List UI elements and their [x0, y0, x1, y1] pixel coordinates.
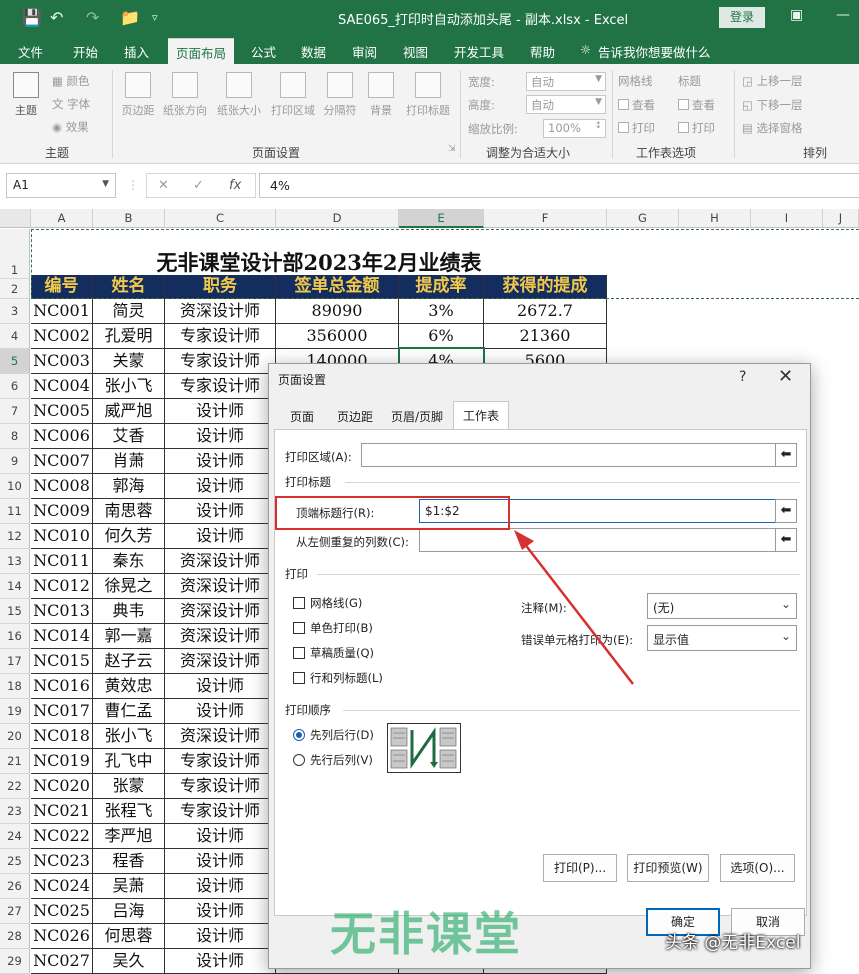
- pointer-arrow-icon: [514, 530, 634, 685]
- watermark-logo: 无非课堂: [330, 907, 522, 961]
- author-credit: 头条 @无非Excel: [665, 933, 801, 953]
